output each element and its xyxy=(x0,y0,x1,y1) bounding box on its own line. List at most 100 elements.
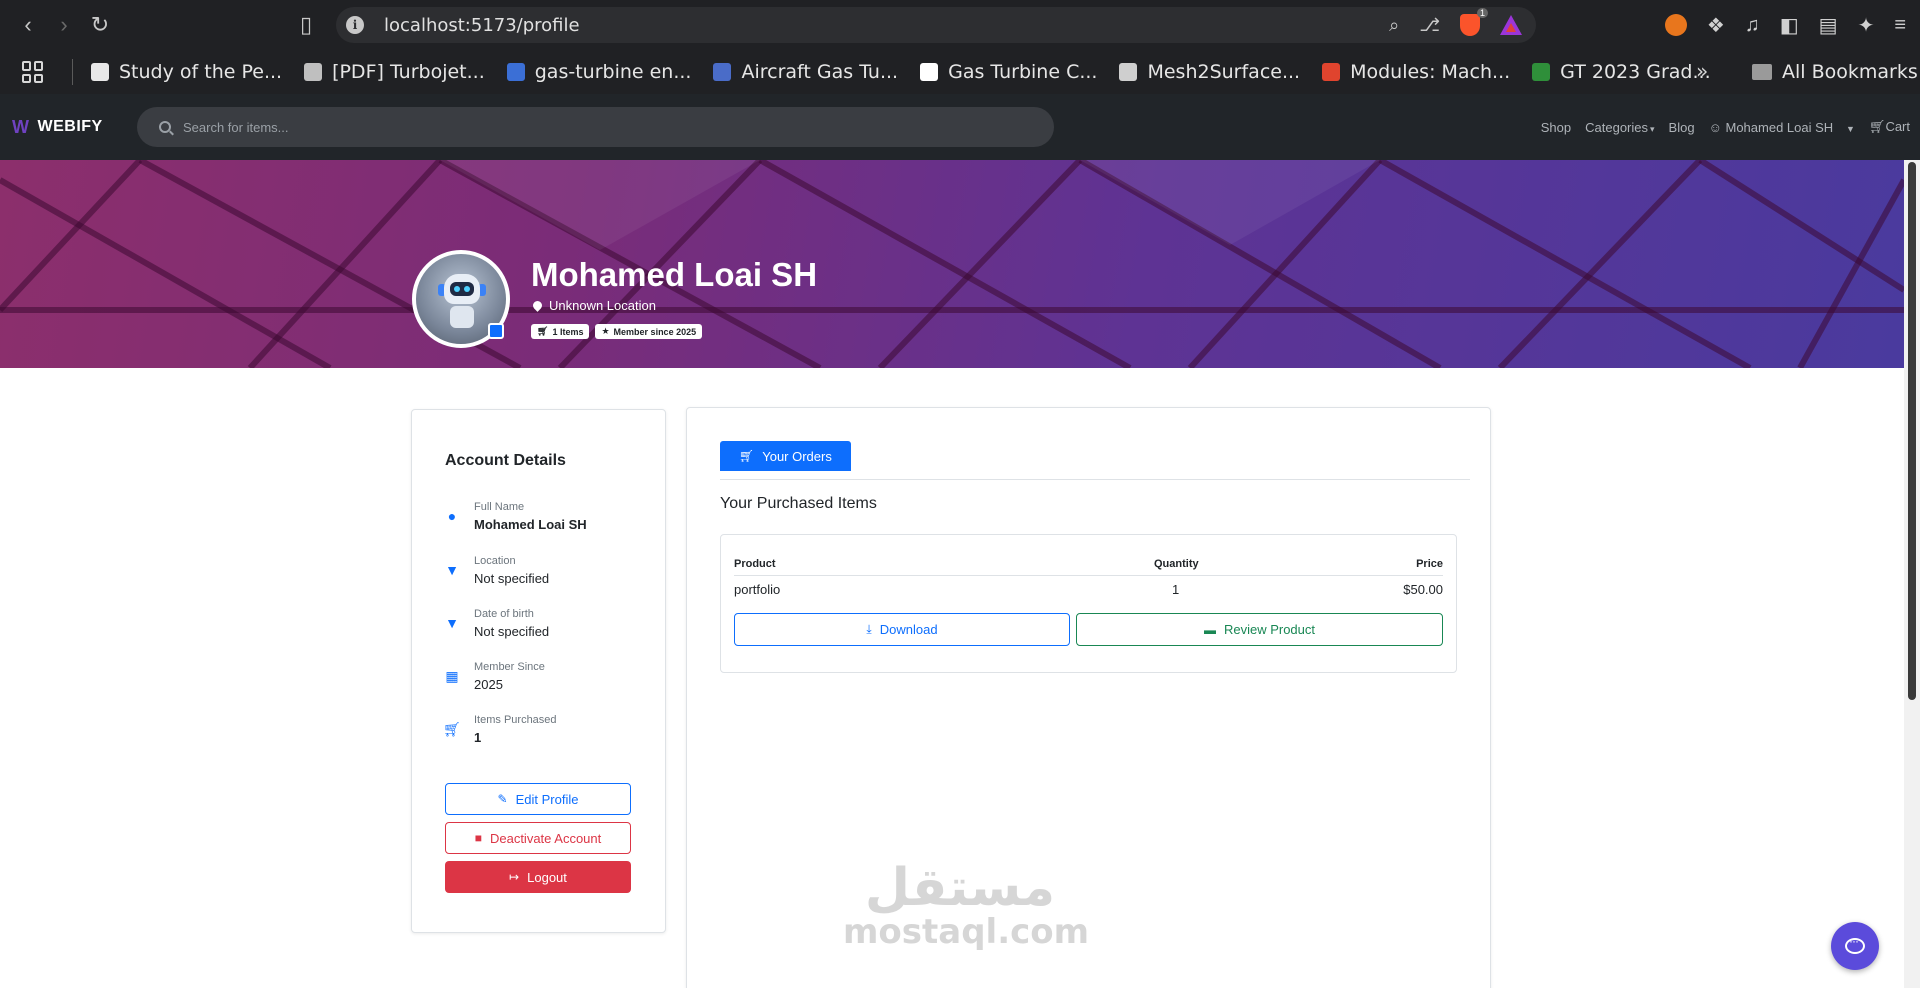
forward-icon[interactable]: › xyxy=(46,7,82,43)
deactivate-account-button[interactable]: ■ Deactivate Account xyxy=(445,822,631,854)
zoom-icon[interactable]: ⌕ xyxy=(1389,15,1399,36)
logout-button[interactable]: ↦ Logout xyxy=(445,861,631,893)
profile-banner xyxy=(0,160,1904,368)
review-product-button[interactable]: ▬ Review Product xyxy=(1076,613,1443,646)
apps-icon[interactable] xyxy=(22,61,44,83)
address-bar[interactable]: i localhost:5173/profile ⌕ ⎇ 1 xyxy=(336,7,1536,43)
leo-ai-icon[interactable]: ✦ xyxy=(1858,13,1875,38)
back-icon[interactable]: ‹ xyxy=(10,7,46,43)
brave-shield-icon[interactable]: 1 xyxy=(1460,8,1488,36)
detail-full-name: ● Full Name Mohamed Loai SH xyxy=(445,501,587,532)
purchased-items-title: Your Purchased Items xyxy=(720,495,877,512)
user-icon: ● xyxy=(447,508,457,524)
music-icon[interactable]: ♫ xyxy=(1745,14,1760,37)
bookmark-favicon-icon xyxy=(1322,63,1341,81)
puzzle-icon[interactable]: ❖ xyxy=(1707,13,1725,38)
cell-product: portfolio xyxy=(734,582,781,597)
bookmark-item[interactable]: Study of the Pe... xyxy=(91,61,282,83)
bookmark-item[interactable]: Aircraft Gas Tu... xyxy=(713,61,898,83)
divider xyxy=(72,59,73,85)
cell-price: $50.00 xyxy=(1403,582,1443,597)
menu-icon[interactable]: ≡ xyxy=(1894,14,1906,37)
bookmark-favicon-icon xyxy=(304,63,323,81)
orders-card: 🛒︎ Your Orders Your Purchased Items Produ… xyxy=(686,407,1491,988)
url-text[interactable]: localhost:5173/profile xyxy=(384,15,580,36)
cart-icon: 🛒︎ xyxy=(443,720,461,737)
bookmark-item[interactable]: Modules: Mach... xyxy=(1322,61,1510,83)
brave-rewards-icon[interactable] xyxy=(1500,15,1522,35)
detail-label: Member Since xyxy=(474,661,545,673)
chat-button[interactable] xyxy=(1831,922,1879,970)
bookmark-icon[interactable]: ▯ xyxy=(288,7,324,43)
app-navbar: W WEBIFY Shop Categories▾ Blog ☺ Mohamed… xyxy=(0,94,1920,160)
bookmark-favicon-icon xyxy=(920,63,939,81)
cell-quantity: 1 xyxy=(1172,582,1180,597)
detail-value: Mohamed Loai SH xyxy=(474,517,587,532)
more-bookmarks-icon[interactable]: » xyxy=(1696,59,1708,83)
robot-body xyxy=(450,306,474,328)
avatar-edit-icon[interactable] xyxy=(488,323,504,339)
logout-label: Logout xyxy=(527,869,567,885)
download-button[interactable]: ⤓ Download xyxy=(734,613,1070,646)
detail-member-since: ▦ Member Since 2025 xyxy=(445,661,545,692)
tab-your-orders[interactable]: 🛒︎ Your Orders xyxy=(720,441,851,471)
detail-items-purchased: 🛒︎ Items Purchased 1 xyxy=(443,714,556,745)
bookmark-item[interactable]: Gas Turbine C... xyxy=(920,61,1097,83)
scrollbar-thumb[interactable] xyxy=(1908,162,1916,700)
cart-icon: 🛒︎ xyxy=(1868,119,1886,134)
bookmark-label: [PDF] Turbojet... xyxy=(332,61,485,83)
detail-value: 1 xyxy=(474,730,482,745)
star-icon: ★ xyxy=(601,326,610,336)
items-badge-label: 1 Items xyxy=(552,326,584,337)
user-icon: ☺ xyxy=(1708,119,1722,135)
sidebar-icon[interactable]: ◧ xyxy=(1780,13,1799,38)
column-header-product: Product xyxy=(734,558,776,570)
profile-badges: 🛒︎ 1 Items ★ Member since 2025 xyxy=(531,324,703,339)
profile-location: Unknown Location xyxy=(531,298,656,313)
all-bookmarks[interactable]: All Bookmarks xyxy=(1752,50,1918,94)
bookmark-item[interactable]: [PDF] Turbojet... xyxy=(304,61,485,83)
wallet-icon[interactable]: ▤ xyxy=(1819,13,1838,38)
tab-your-orders-label: Your Orders xyxy=(762,448,832,464)
nav-blog[interactable]: Blog xyxy=(1669,120,1695,135)
detail-label: Location xyxy=(474,555,516,567)
search-input[interactable] xyxy=(183,119,983,135)
trash-icon: ■ xyxy=(474,831,482,845)
nav-categories[interactable]: Categories ▾ xyxy=(1585,120,1654,135)
edit-profile-label: Edit Profile xyxy=(515,791,579,807)
nav-categories-label: Categories xyxy=(1585,119,1649,135)
nav-shop[interactable]: Shop xyxy=(1541,120,1571,135)
caret-down-icon: ▼ xyxy=(1846,123,1855,134)
account-details-title: Account Details xyxy=(445,452,566,469)
watermark: مستقل mostaql.com xyxy=(843,858,1089,952)
nav-cart[interactable]: 🛒︎Cart xyxy=(1869,119,1910,135)
cart-icon: 🛒︎ xyxy=(537,326,549,336)
detail-value: 2025 xyxy=(474,677,503,692)
bookmark-item[interactable]: gas-turbine en... xyxy=(506,61,691,83)
profile-name: Mohamed Loai SH xyxy=(531,256,818,293)
bookmark-label: Mesh2Surface... xyxy=(1147,61,1301,83)
reload-icon[interactable]: ↻ xyxy=(82,7,118,43)
map-pin-icon: ▼ xyxy=(445,615,459,631)
review-label: Review Product xyxy=(1223,622,1316,637)
map-pin-icon xyxy=(531,299,544,312)
brave-badge: 1 xyxy=(1476,8,1488,18)
site-info-icon[interactable]: i xyxy=(346,16,364,34)
all-bookmarks-label: All Bookmarks xyxy=(1782,61,1918,83)
browser-toolbar: ‹ › ↻ ▯ i localhost:5173/profile ⌕ ⎇ 1 ❖… xyxy=(0,0,1920,50)
bookmark-item[interactable]: Mesh2Surface... xyxy=(1119,61,1300,83)
logo-icon: W xyxy=(12,116,30,137)
tab-divider xyxy=(720,479,1470,480)
extension-icon[interactable] xyxy=(1664,14,1687,36)
calendar-icon: ▦ xyxy=(445,667,459,684)
edit-profile-button[interactable]: ✎ Edit Profile xyxy=(445,783,631,815)
logo[interactable]: W WEBIFY xyxy=(12,117,103,138)
watermark-arabic: مستقل xyxy=(864,858,1056,918)
nav-user[interactable]: ☺ Mohamed Loai SH ▼ xyxy=(1709,120,1855,135)
bookmark-item[interactable]: GT 2023 Grad... xyxy=(1532,61,1711,83)
share-icon[interactable]: ⎇ xyxy=(1419,15,1440,36)
scrollbar[interactable] xyxy=(1904,160,1920,988)
bookmark-favicon-icon xyxy=(1119,63,1138,81)
search-bar[interactable] xyxy=(137,107,1054,147)
column-header-price: Price xyxy=(1416,558,1443,570)
